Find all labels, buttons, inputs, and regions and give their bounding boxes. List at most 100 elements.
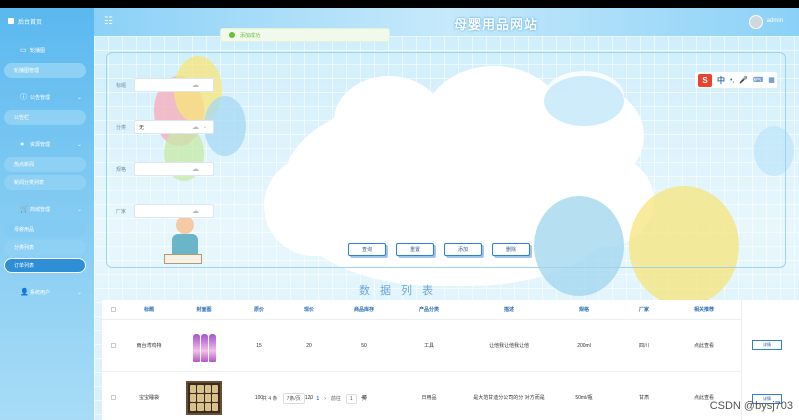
cell-spec: 50ml/瓶 bbox=[575, 395, 593, 401]
location-icon: ● bbox=[20, 140, 25, 148]
sidebar-item-order-list[interactable]: 订单列表 bbox=[4, 258, 86, 273]
table-row: 雨台湾鸡特 15 20 50 工具 让他我让他我让他 200ml 四川 点此查看 bbox=[102, 320, 786, 372]
user-icon: 👤 bbox=[20, 289, 29, 296]
next-page-icon[interactable]: › bbox=[324, 396, 326, 402]
sidebar-brand[interactable]: 后台首页 bbox=[0, 8, 94, 34]
spec-input[interactable] bbox=[134, 162, 214, 176]
check-circle-icon bbox=[229, 32, 235, 38]
col-title[interactable]: 标题 bbox=[124, 306, 174, 313]
cell-price: 15 bbox=[256, 342, 262, 349]
goto-input[interactable]: 1 bbox=[345, 393, 357, 404]
search-field-maker: 厂家 ☁ bbox=[116, 204, 214, 218]
top-header: ☷ 母婴用品网站 admin bbox=[94, 8, 799, 36]
sogou-logo: S bbox=[698, 73, 712, 87]
avatar[interactable] bbox=[749, 15, 763, 29]
pager-total: 共 4 条 bbox=[262, 396, 278, 402]
sidebar-item-category-list[interactable]: 分类列表 bbox=[4, 240, 86, 255]
col-spec: 规格 bbox=[578, 307, 589, 313]
app-window: 后台首页 ▭ 轮播图 轮播图管理 ⓘ 公告管理 ⌄ 公告栏 ● 资源管理 ⌄ 热… bbox=[0, 8, 799, 420]
menu-icon[interactable]: ☷ bbox=[104, 16, 113, 27]
ime-punct[interactable]: •, bbox=[730, 77, 734, 84]
field-label: 分类 bbox=[116, 124, 127, 131]
chevron-down-icon: ⌄ bbox=[76, 94, 82, 101]
reset-button[interactable]: 重置 bbox=[396, 243, 434, 256]
cell-desc: 是大范甘迪分公司的分 对方而是 bbox=[473, 395, 545, 401]
sidebar-group-carousel[interactable]: ▭ 轮播图 bbox=[0, 40, 94, 60]
row-checkbox[interactable] bbox=[110, 343, 116, 348]
sidebar-group-notice[interactable]: ⓘ 公告管理 ⌄ bbox=[0, 87, 94, 107]
site-title: 母婴用品网站 bbox=[454, 17, 539, 32]
sidebar: 后台首页 ▭ 轮播图 轮播图管理 ⓘ 公告管理 ⌄ 公告栏 ● 资源管理 ⌄ 热… bbox=[0, 8, 94, 420]
field-label: 标题 bbox=[116, 82, 127, 89]
sidebar-group-resources[interactable]: ● 资源管理 ⌄ bbox=[0, 134, 94, 154]
home-icon bbox=[8, 18, 14, 24]
data-table: 标题 封面图 原价 现价 商品库存 产品分类 描述 规格 厂家 相关推荐 操作 … bbox=[102, 300, 786, 420]
field-label: 厂家 bbox=[116, 208, 127, 215]
ime-toolbar[interactable]: S 中 •, 🎤 ⌨ ▦ bbox=[695, 72, 777, 88]
chevron-down-icon: ⌄ bbox=[76, 141, 82, 148]
sidebar-item-baby-products[interactable]: 母婴用品 bbox=[4, 222, 86, 237]
list-title: 数据列表 bbox=[359, 285, 443, 297]
cart-icon: 🛒 bbox=[20, 206, 29, 213]
table-header: 标题 封面图 原价 现价 商品库存 产品分类 描述 规格 厂家 相关推荐 操作 bbox=[102, 300, 786, 320]
sidebar-group-users[interactable]: 👤 系统用户 ⌄ bbox=[0, 282, 94, 302]
product-image bbox=[189, 329, 219, 362]
search-field-spec: 规格 ☁ bbox=[116, 162, 214, 176]
cloud-icon: ☁ bbox=[192, 124, 199, 131]
cell-rec[interactable]: 点此查看 bbox=[674, 342, 734, 349]
field-label: 规格 bbox=[116, 166, 127, 173]
microphone-icon[interactable]: 🎤 bbox=[739, 76, 748, 84]
col-now-price[interactable]: 现价 bbox=[284, 306, 334, 313]
cell-spec: 200ml bbox=[577, 342, 591, 349]
cell-maker: 四川 bbox=[638, 343, 649, 349]
pagination: 共 4 条 7条/页 ‹ 1 › 前往 1 页 bbox=[262, 393, 367, 404]
info-icon: ⓘ bbox=[20, 94, 27, 101]
col-cover: 封面图 bbox=[196, 307, 212, 313]
delete-button[interactable]: 删除 bbox=[492, 243, 530, 256]
col-stock[interactable]: 商品库存 bbox=[334, 306, 394, 313]
cell-cover bbox=[174, 329, 234, 362]
prev-page-icon[interactable]: ‹ bbox=[310, 396, 312, 402]
col-rec: 相关推荐 bbox=[693, 307, 714, 313]
table-row: 宝宝睡袋 100 120 48 日用品 是大范甘迪分公司的分 对方而是 50ml… bbox=[102, 372, 786, 420]
select-all-checkbox[interactable] bbox=[110, 307, 116, 312]
sidebar-item-hot-news[interactable]: 热点新闻 bbox=[4, 157, 86, 172]
cell-desc: 让他我让他我让他 bbox=[488, 343, 529, 349]
cell-title: 宝宝睡袋 bbox=[138, 395, 159, 401]
sidebar-item-news-categories[interactable]: 新闻分类列表 bbox=[4, 175, 86, 190]
search-field-category: 分类 无 ⌄ ☁ bbox=[116, 120, 214, 134]
sidebar-brand-label: 后台首页 bbox=[18, 19, 43, 26]
query-button[interactable]: 查询 bbox=[348, 243, 386, 256]
current-page[interactable]: 1 bbox=[316, 396, 319, 402]
title-input[interactable] bbox=[134, 78, 214, 92]
chevron-down-icon: ⌄ bbox=[76, 206, 82, 213]
category-select-value: 无 bbox=[139, 124, 145, 131]
sidebar-group-label: 资源管理 bbox=[30, 141, 51, 148]
cell-category: 日用品 bbox=[421, 395, 437, 401]
sidebar-group-shop[interactable]: 🛒 商城管理 ⌄ bbox=[0, 199, 94, 219]
sidebar-group-label: 轮播图 bbox=[30, 47, 46, 54]
row-checkbox[interactable] bbox=[110, 395, 116, 400]
sidebar-group-label: 商城管理 bbox=[30, 206, 51, 213]
grid-icon[interactable]: ▦ bbox=[768, 76, 775, 84]
chevron-down-icon: ⌄ bbox=[76, 289, 82, 296]
image-icon: ▭ bbox=[20, 47, 27, 54]
add-button[interactable]: 添加 bbox=[444, 243, 482, 256]
cell-cover bbox=[174, 380, 234, 415]
page-size-select[interactable]: 7条/页 bbox=[282, 393, 305, 404]
maker-input[interactable] bbox=[134, 204, 214, 218]
page-unit: 页 bbox=[361, 396, 367, 402]
col-desc: 描述 bbox=[503, 307, 514, 313]
user-name[interactable]: admin bbox=[767, 18, 783, 24]
detail-button[interactable]: 详情 bbox=[752, 340, 782, 350]
ime-lang[interactable]: 中 bbox=[717, 75, 725, 86]
sidebar-item-carousel-manage[interactable]: 轮播图管理 bbox=[4, 63, 86, 78]
category-select[interactable]: 无 ⌄ bbox=[134, 120, 214, 134]
sidebar-group-label: 系统用户 bbox=[30, 289, 51, 296]
col-maker: 厂家 bbox=[638, 307, 649, 313]
sidebar-group-label: 公告管理 bbox=[30, 94, 51, 101]
sidebar-item-notice-board[interactable]: 公告栏 bbox=[4, 110, 86, 125]
col-price[interactable]: 原价 bbox=[234, 306, 284, 313]
watermark: CSDN @bysj703 bbox=[709, 400, 793, 412]
keyboard-icon[interactable]: ⌨ bbox=[753, 76, 763, 84]
